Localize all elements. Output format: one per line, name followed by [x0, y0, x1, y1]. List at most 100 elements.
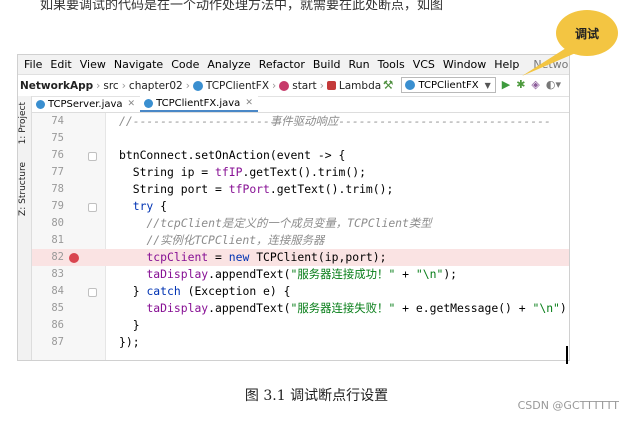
menu-view[interactable]: View [80, 58, 106, 71]
code-line[interactable]: 74 //--------------------事件驱动响应----------… [32, 113, 569, 130]
breadcrumb-src[interactable]: src [103, 80, 118, 92]
breadcrumb-separator: › [121, 79, 126, 92]
code-text: String ip = tfIP.getText().trim(); [132, 165, 366, 179]
menu-navigate[interactable]: Navigate [114, 58, 163, 71]
run-configuration-label: TCPClientFX [418, 79, 479, 91]
code-text: taDisplay.appendText("服务器连接成功！" + "\n"); [146, 267, 458, 281]
class-icon [36, 99, 45, 109]
tab-tcpclientfx[interactable]: TCPClientFX.java ✕ [140, 96, 258, 112]
code-line[interactable]: 78 String port = tfPort.getText().trim()… [32, 181, 569, 198]
menu-refactor[interactable]: Refactor [259, 58, 305, 71]
code-text: tcpClient = new TCPClient(ip,port); [146, 250, 387, 264]
fold-icon[interactable] [88, 203, 97, 212]
run-toolbar: ⚒ TCPClientFX ▼ ▶ ✱ ◈ ◐▾ [383, 77, 567, 93]
code-line[interactable]: 81 //实例化TCPClient，连接服务器 [32, 232, 569, 249]
code-text: btnConnect.setOnAction(event -> { [119, 148, 346, 162]
code-text: //实例化TCPClient，连接服务器 [146, 233, 325, 247]
menu-file[interactable]: File [24, 58, 42, 71]
code-line[interactable]: 83 taDisplay.appendText("服务器连接成功！" + "\n… [32, 266, 569, 283]
line-number[interactable]: 82 [32, 249, 64, 266]
fold-icon[interactable] [88, 288, 97, 297]
close-icon[interactable]: ✕ [245, 98, 253, 108]
code-text: //--------------------事件驱动响应------------… [119, 114, 551, 128]
line-number[interactable]: 79 [32, 198, 64, 215]
breadcrumb-separator: › [272, 79, 277, 92]
line-number[interactable]: 74 [32, 113, 64, 130]
line-number[interactable]: 80 [32, 215, 64, 232]
line-number[interactable]: 78 [32, 181, 64, 198]
breadcrumb-lambda[interactable]: Lambda [339, 80, 381, 92]
breadcrumb-method[interactable]: start [292, 80, 316, 92]
line-number[interactable]: 87 [32, 334, 64, 351]
document-top-text: 如果要调试的代码是在一个动作处理方法中，就需要在此处断点，如图 [40, 0, 444, 13]
code-line[interactable]: 75 [32, 130, 569, 147]
method-icon [279, 80, 290, 91]
breadcrumb-separator: › [319, 79, 324, 92]
code-text: try { [132, 199, 168, 213]
menu-edit[interactable]: Edit [50, 58, 71, 71]
structure-tool-tab[interactable]: Z: Structure [18, 162, 31, 216]
class-icon [405, 80, 416, 90]
callout-label: 调试 [574, 26, 599, 41]
menu-build[interactable]: Build [313, 58, 341, 71]
run-icon[interactable]: ▶ [502, 78, 510, 92]
line-number[interactable]: 75 [32, 130, 64, 147]
code-editor[interactable]: 74 //--------------------事件驱动响应----------… [32, 113, 569, 360]
code-line[interactable]: 87}); [32, 334, 569, 351]
class-icon [144, 98, 154, 108]
breadcrumb-separator: › [185, 79, 190, 92]
code-text: } [119, 318, 140, 332]
code-text: }); [119, 335, 140, 349]
window-project-title: NetworkApp [533, 58, 569, 71]
lambda-icon [326, 81, 336, 90]
menu-window[interactable]: Window [443, 58, 486, 71]
tab-tcpserver[interactable]: TCPServer.java ✕ [32, 96, 140, 112]
code-line[interactable]: 84 } catch (Exception e) { [32, 283, 569, 300]
menu-vcs[interactable]: VCS [413, 58, 435, 71]
hammer-icon[interactable]: ⚒ [383, 78, 394, 92]
code-text: } catch (Exception e) { [119, 284, 291, 298]
ide-window: File Edit View Navigate Code Analyze Ref… [17, 54, 570, 361]
debug-callout-bubble: 调试 [556, 10, 618, 56]
line-number[interactable]: 85 [32, 300, 64, 317]
class-icon [192, 80, 203, 91]
line-number[interactable]: 84 [32, 283, 64, 300]
menu-run[interactable]: Run [349, 58, 370, 71]
line-number[interactable]: 86 [32, 317, 64, 334]
code-line[interactable]: 79 try { [32, 198, 569, 215]
line-number[interactable]: 81 [32, 232, 64, 249]
code-line[interactable]: 80 //tcpClient是定义的一个成员变量，TCPClient类型 [32, 215, 569, 232]
tab-label: TCPServer.java [48, 98, 123, 110]
menu-tools[interactable]: Tools [378, 58, 405, 71]
code-line[interactable]: 85 taDisplay.appendText("服务器连接失败！" + e.g… [32, 300, 569, 317]
breakpoint-icon[interactable] [69, 253, 79, 263]
code-text: taDisplay.appendText("服务器连接失败！" + e.getM… [146, 301, 569, 315]
menu-bar: File Edit View Navigate Code Analyze Ref… [18, 55, 569, 75]
run-configuration-select[interactable]: TCPClientFX ▼ [401, 77, 496, 93]
code-line[interactable]: 77 String ip = tfIP.getText().trim(); [32, 164, 569, 181]
breadcrumb-project[interactable]: NetworkApp [20, 80, 93, 92]
menu-analyze[interactable]: Analyze [207, 58, 250, 71]
project-tool-tab[interactable]: 1: Project [18, 102, 31, 144]
close-icon[interactable]: ✕ [128, 99, 136, 109]
editor-tabs: TCPServer.java ✕ TCPClientFX.java ✕ [32, 96, 569, 113]
line-number[interactable]: 76 [32, 147, 64, 164]
menu-code[interactable]: Code [171, 58, 199, 71]
breadcrumb-class[interactable]: TCPClientFX [206, 80, 269, 92]
fold-icon[interactable] [88, 152, 97, 161]
line-number[interactable]: 77 [32, 164, 64, 181]
tab-label: TCPClientFX.java [156, 97, 241, 109]
code-text: String port = tfPort.getText().trim(); [132, 182, 394, 196]
line-number[interactable]: 83 [32, 266, 64, 283]
code-line[interactable]: 86 } [32, 317, 569, 334]
coverage-icon[interactable]: ◈ [531, 78, 539, 92]
code-line[interactable]: 76 btnConnect.setOnAction(event -> { [32, 147, 569, 164]
menu-help[interactable]: Help [494, 58, 519, 71]
breadcrumb-package[interactable]: chapter02 [129, 80, 183, 92]
breadcrumb-separator: › [96, 79, 101, 92]
code-text: //tcpClient是定义的一个成员变量，TCPClient类型 [146, 216, 432, 230]
code-line-breakpoint[interactable]: 82 tcpClient = new TCPClient(ip,port); [32, 249, 569, 266]
profile-icon[interactable]: ◐▾ [546, 78, 561, 92]
debug-icon[interactable]: ✱ [516, 78, 525, 92]
tool-window-strip: 1: Project Z: Structure [18, 96, 32, 360]
